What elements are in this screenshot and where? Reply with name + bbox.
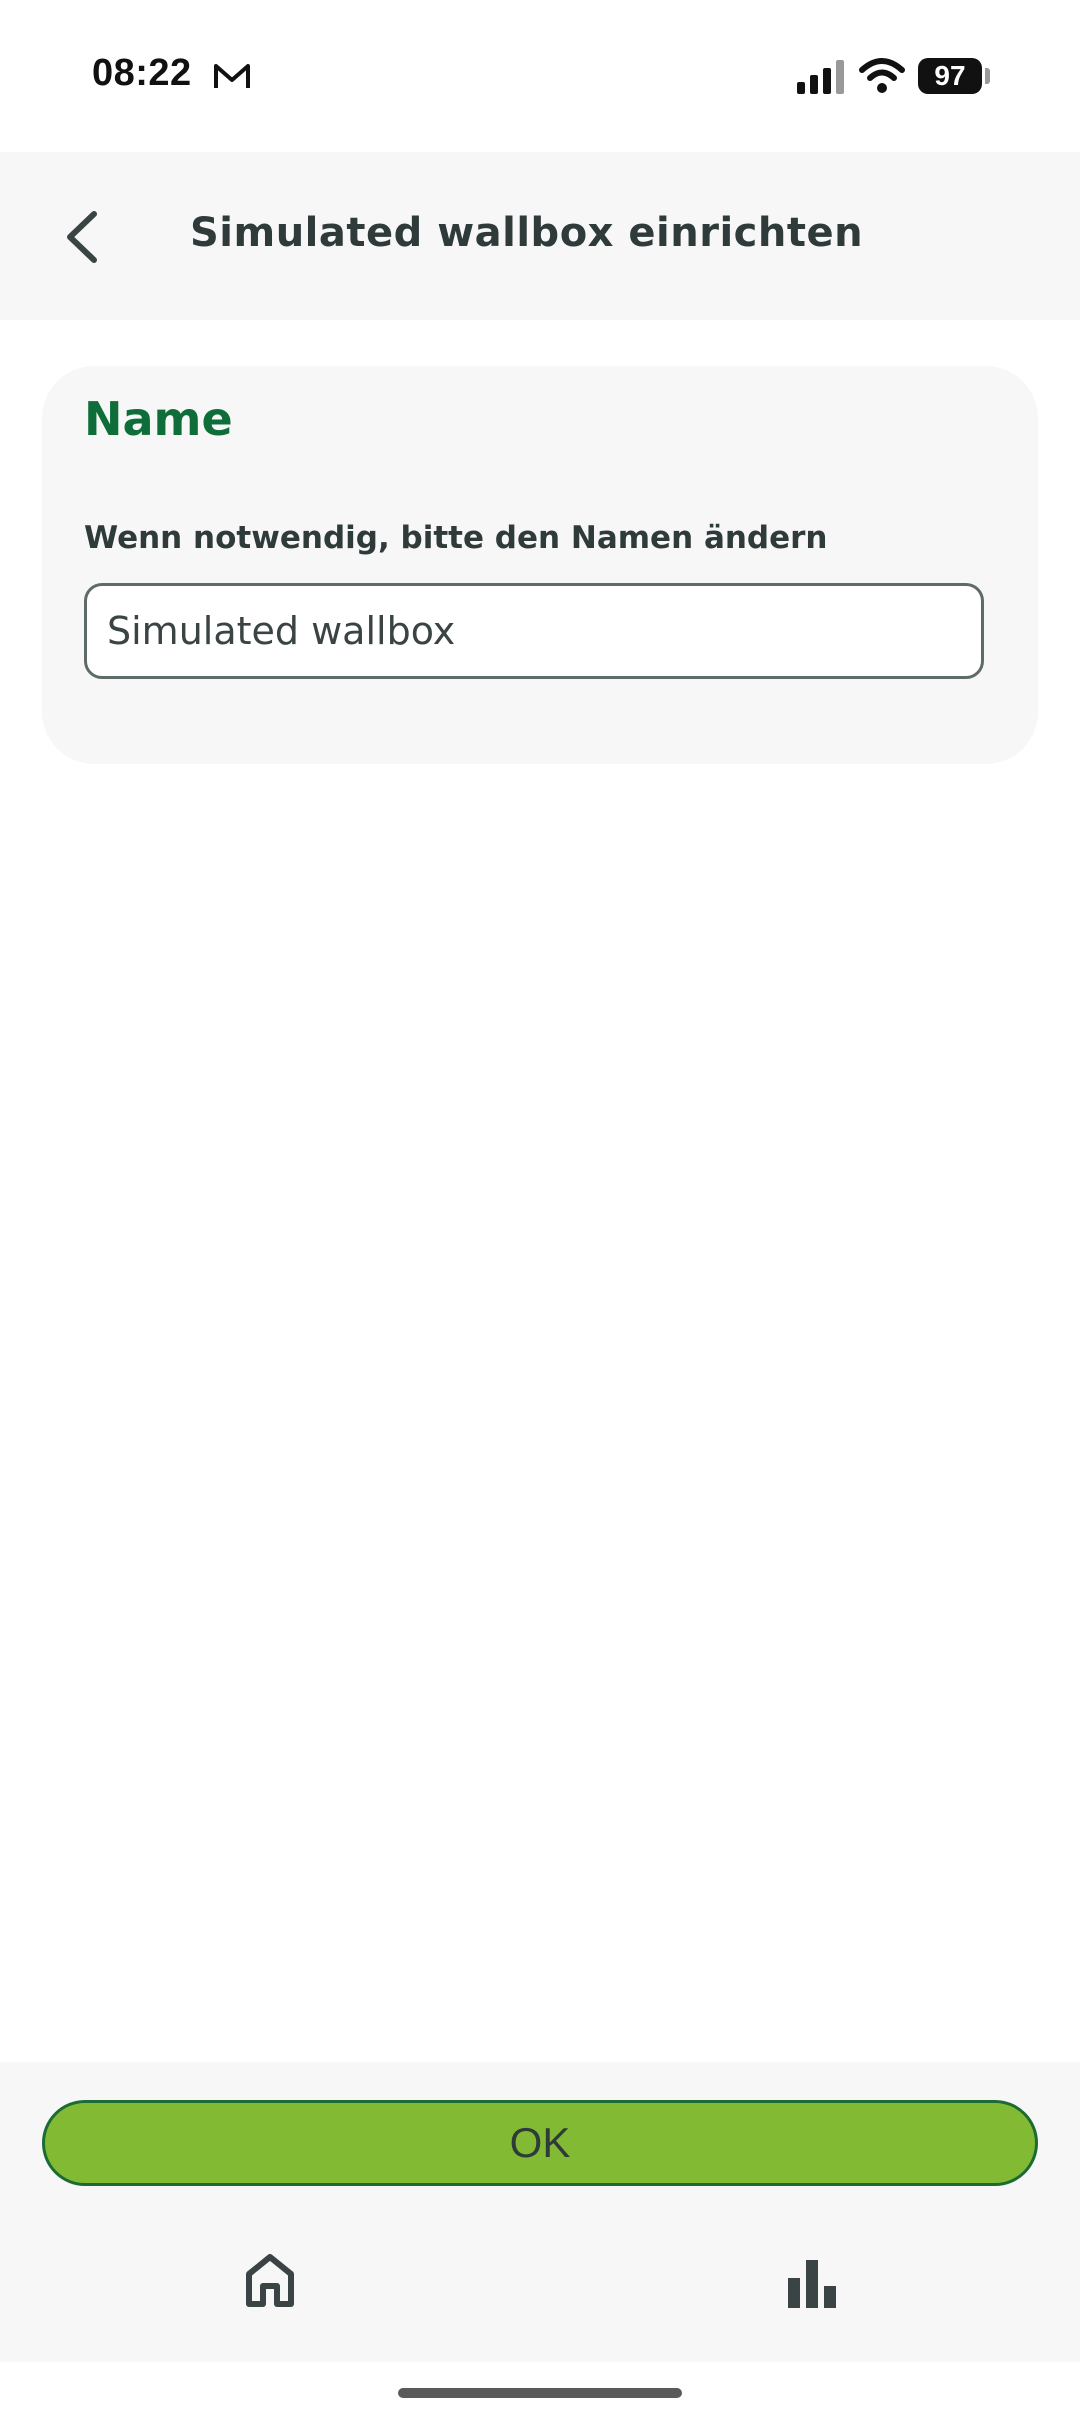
card-title: Name [84,392,233,446]
status-time: 08:22 [92,52,192,94]
ok-button[interactable]: OK [42,2100,1038,2186]
home-indicator[interactable] [398,2388,682,2398]
name-input[interactable] [84,583,984,679]
gmail-icon [214,64,250,88]
home-icon[interactable] [244,2252,296,2308]
page-title: Simulated wallbox einrichten [190,210,864,256]
name-card: Name Wenn notwendig, bitte den Namen änd… [42,366,1038,764]
app-screen: 08:22 97 Simulated wallbox einrichten Na… [0,0,1080,2424]
chevron-left-icon[interactable] [56,202,116,272]
app-header: Simulated wallbox einrichten [0,152,1080,320]
bar-chart-icon[interactable] [786,2258,838,2308]
name-field-label: Wenn notwendig, bitte den Namen ändern [84,520,828,556]
status-bar: 08:22 97 [0,0,1080,152]
battery-cap [985,68,990,84]
signal-icon [797,60,844,94]
battery-icon: 97 [918,58,982,94]
bottom-area: OK [0,2062,1080,2362]
wifi-icon [859,58,905,93]
